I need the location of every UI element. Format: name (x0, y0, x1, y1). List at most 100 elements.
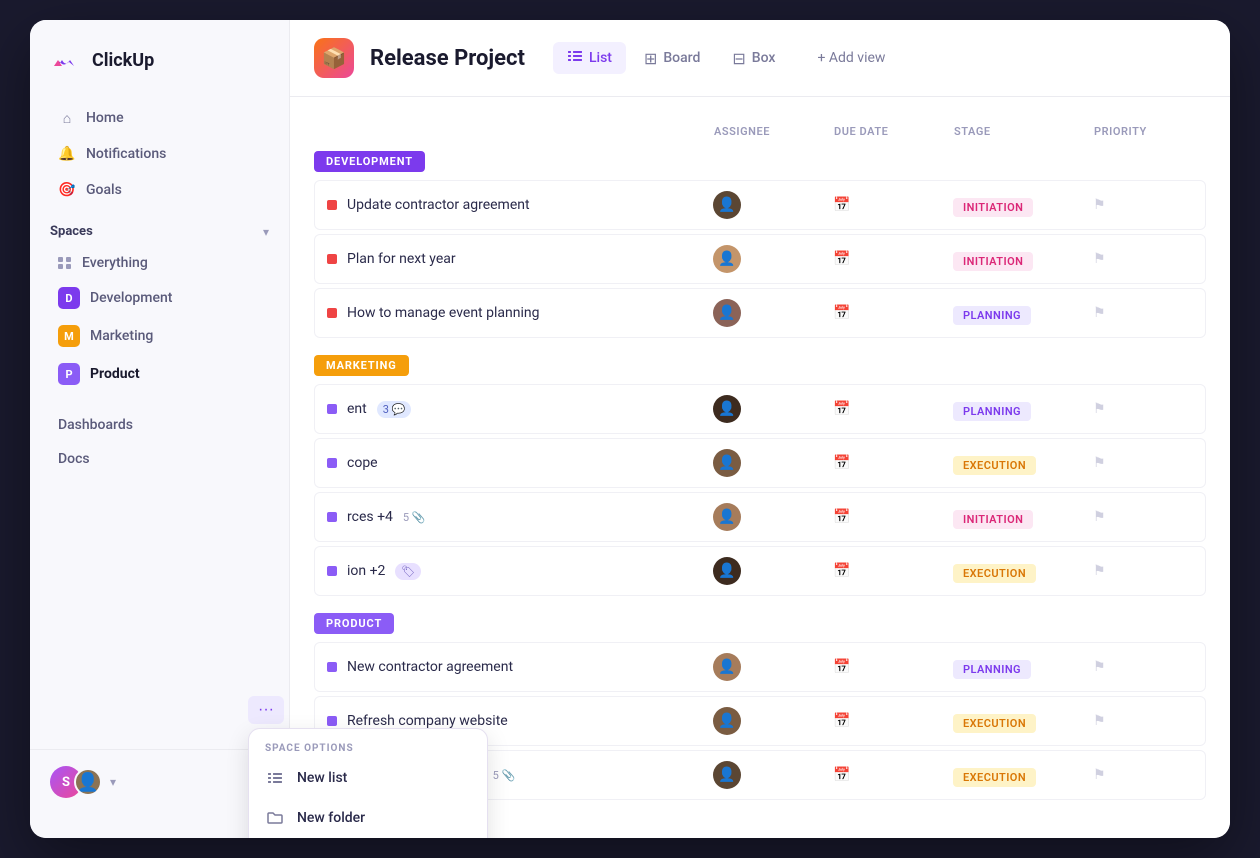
sidebar-item-product[interactable]: P Product ··· SPACE OPTIONS (38, 356, 281, 392)
priority-flag-icon: ⚑ (1093, 563, 1193, 579)
box-tab-label: Box (752, 50, 776, 66)
col-assignee: ASSIGNEE (714, 125, 834, 138)
list-tab-icon (567, 48, 583, 68)
task-dot (327, 662, 337, 672)
task-name-cell: Plan for next year (327, 251, 713, 267)
task-name-cell: ent 3 💬 (327, 401, 713, 418)
table-row[interactable]: New contractor agreement 👤 📅 PLANNING ⚑ (314, 642, 1206, 692)
tag-badge: 🏷 (395, 563, 421, 580)
table-row[interactable]: ion +2 🏷 👤 📅 EXECUTION ⚑ (314, 546, 1206, 596)
docs-label: Docs (58, 451, 90, 467)
priority-flag-icon: ⚑ (1093, 401, 1193, 417)
task-dot (327, 254, 337, 264)
sidebar-item-goals[interactable]: 🎯 Goals (38, 173, 281, 207)
tab-box[interactable]: ⊟ Box (718, 43, 789, 74)
assignee-avatar: 👤 (713, 503, 741, 531)
col-stage: STAGE (954, 125, 1094, 138)
task-name: New contractor agreement (347, 659, 513, 675)
task-name: cope (347, 455, 378, 471)
assignee-avatar: 👤 (713, 449, 741, 477)
list-tab-label: List (589, 50, 612, 66)
assignee-avatar: 👤 (713, 299, 741, 327)
new-folder-item[interactable]: New folder (249, 798, 487, 838)
task-name-cell: New contractor agreement (327, 659, 713, 675)
task-name: How to manage event planning (347, 305, 539, 321)
sidebar-home-label: Home (86, 110, 124, 126)
comment-badge: 3 💬 (377, 401, 412, 418)
table-row[interactable]: Update contractor agreement 👤 📅 INITIATI… (314, 180, 1206, 230)
sidebar-item-notifications[interactable]: 🔔 Notifications (38, 137, 281, 171)
project-title: Release Project (370, 46, 525, 71)
box-tab-icon: ⊟ (732, 49, 745, 68)
calendar-icon: 📅 (833, 563, 953, 579)
sidebar-item-development[interactable]: D Development (38, 280, 281, 316)
view-tabs: List ⊞ Board ⊟ Box (553, 42, 790, 74)
section-development: DEVELOPMENT Update contractor agreement … (314, 150, 1206, 338)
bell-icon: 🔔 (58, 145, 76, 163)
assignee-avatar: 👤 (713, 191, 741, 219)
col-priority: PRIORITY (1094, 125, 1194, 138)
stage-badge: INITIATION (953, 510, 1033, 529)
new-list-label: New list (297, 770, 347, 786)
stage-badge: PLANNING (953, 660, 1031, 679)
add-view-button[interactable]: + Add view (805, 44, 897, 72)
context-menu: ··· SPACE OPTIONS (248, 696, 488, 838)
task-dot (327, 308, 337, 318)
table-row[interactable]: ent 3 💬 👤 📅 PLANNING ⚑ (314, 384, 1206, 434)
chevron-down-icon[interactable]: ▾ (263, 225, 269, 239)
attachment-badge: 5 📎 (403, 511, 426, 524)
space-options-dropdown: SPACE OPTIONS (248, 728, 488, 838)
tab-list[interactable]: List (553, 42, 626, 74)
task-dot (327, 200, 337, 210)
priority-flag-icon: ⚑ (1093, 659, 1193, 675)
sidebar-item-dashboards[interactable]: Dashboards (38, 409, 281, 441)
task-dot (327, 566, 337, 576)
development-avatar: D (58, 287, 80, 309)
board-tab-label: Board (663, 50, 700, 66)
section-label-product: PRODUCT (314, 613, 394, 634)
sidebar-item-docs[interactable]: Docs (38, 443, 281, 475)
sidebar-item-home[interactable]: ⌂ Home (38, 101, 281, 135)
new-folder-label: New folder (297, 810, 365, 826)
logo-area[interactable]: ClickUp (30, 44, 289, 100)
priority-flag-icon: ⚑ (1093, 455, 1193, 471)
everything-label: Everything (82, 255, 148, 271)
calendar-icon: 📅 (833, 305, 953, 321)
calendar-icon: 📅 (833, 401, 953, 417)
priority-flag-icon: ⚑ (1093, 251, 1193, 267)
sidebar-item-marketing[interactable]: M Marketing (38, 318, 281, 354)
table-row[interactable]: rces +4 5 📎 👤 📅 INITIATION ⚑ (314, 492, 1206, 542)
user-dropdown-icon: ▾ (110, 775, 116, 789)
product-label: Product (90, 366, 140, 382)
assignee-avatar: 👤 (713, 245, 741, 273)
sidebar-goals-label: Goals (86, 182, 122, 198)
calendar-icon: 📅 (833, 197, 953, 213)
stage-badge: EXECUTION (953, 768, 1036, 787)
attachment-badge: 5 📎 (493, 769, 516, 782)
priority-flag-icon: ⚑ (1093, 305, 1193, 321)
calendar-icon: 📅 (833, 767, 953, 783)
table-row[interactable]: How to manage event planning 👤 📅 PLANNIN… (314, 288, 1206, 338)
home-icon: ⌂ (58, 109, 76, 127)
sidebar: ClickUp ⌂ Home 🔔 Notifications 🎯 Goals S… (30, 20, 290, 838)
priority-flag-icon: ⚑ (1093, 509, 1193, 525)
new-list-item[interactable]: New list (249, 758, 487, 798)
marketing-label: Marketing (90, 328, 153, 344)
task-name-cell: Update contractor agreement (327, 197, 713, 213)
sidebar-item-everything[interactable]: Everything (38, 248, 281, 278)
stage-badge: EXECUTION (953, 714, 1036, 733)
dashboards-label: Dashboards (58, 417, 133, 433)
assignee-avatar: 👤 (713, 395, 741, 423)
calendar-icon: 📅 (833, 455, 953, 471)
stage-badge: INITIATION (953, 198, 1033, 217)
tab-board[interactable]: ⊞ Board (630, 43, 714, 74)
section-label-marketing: MARKETING (314, 355, 409, 376)
ellipsis-button[interactable]: ··· (248, 696, 284, 724)
add-view-label: + Add view (817, 50, 885, 66)
table-row[interactable]: Plan for next year 👤 📅 INITIATION ⚑ (314, 234, 1206, 284)
stage-badge: PLANNING (953, 402, 1031, 421)
stage-badge: EXECUTION (953, 456, 1036, 475)
table-row[interactable]: cope 👤 📅 EXECUTION ⚑ (314, 438, 1206, 488)
sidebar-notifications-label: Notifications (86, 146, 166, 162)
table-header: ASSIGNEE DUE DATE STAGE PRIORITY (314, 117, 1206, 146)
